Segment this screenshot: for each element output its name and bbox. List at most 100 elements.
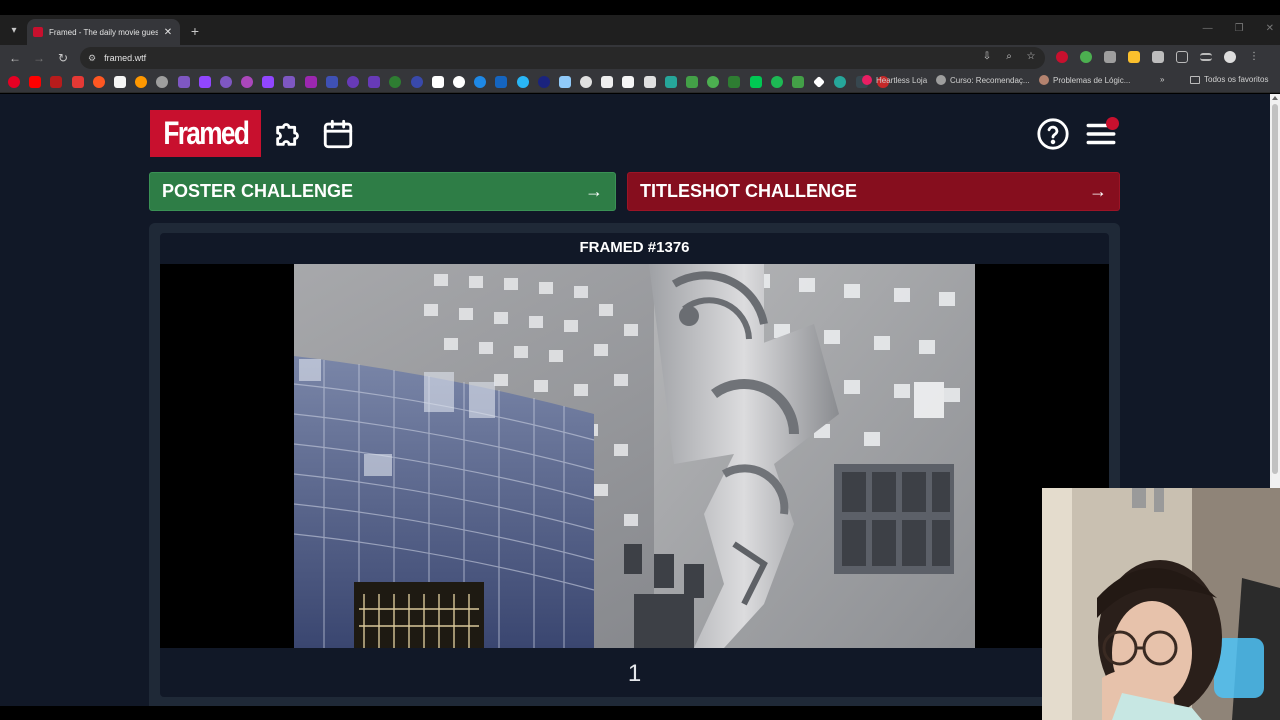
tab-close-icon[interactable]: ✕ xyxy=(162,27,174,38)
tab-framed[interactable]: Framed - The daily movie gues ✕ xyxy=(27,19,180,45)
bookmark-icon[interactable] xyxy=(368,76,381,88)
bookmark-icon[interactable] xyxy=(241,76,254,88)
bookmark-icon[interactable] xyxy=(686,76,698,88)
puzzle-icon[interactable] xyxy=(272,116,306,150)
extension-icon[interactable] xyxy=(1080,51,1092,63)
puzzle-title: FRAMED #1376 xyxy=(579,239,690,256)
bookmark-icon[interactable] xyxy=(813,76,826,88)
bookmark-icon[interactable] xyxy=(92,76,105,88)
bookmark-icon[interactable] xyxy=(347,76,359,88)
extension-icon[interactable] xyxy=(1104,51,1116,63)
profile-avatar-icon[interactable] xyxy=(1224,51,1236,63)
folder-icon xyxy=(1190,75,1200,84)
poster-challenge-button[interactable]: POSTER CHALLENGE → xyxy=(149,172,616,211)
bookmark-icon[interactable] xyxy=(325,76,338,88)
bookmark-icon[interactable] xyxy=(219,76,232,88)
bookmark-icon[interactable] xyxy=(749,76,762,88)
bookmark-curso[interactable]: Curso: Recomendaç... xyxy=(936,75,1030,85)
install-app-icon[interactable]: ⇩ xyxy=(981,51,993,63)
bookmark-icon[interactable] xyxy=(156,76,169,88)
bookmark-icon[interactable] xyxy=(580,76,593,88)
extension-icon[interactable] xyxy=(1056,51,1068,63)
browser-menu-icon[interactable]: ⋮ xyxy=(1248,51,1260,63)
bookmark-icon[interactable] xyxy=(728,76,741,88)
pinterest-icon[interactable] xyxy=(8,76,20,88)
bookmark-icon[interactable] xyxy=(558,76,571,88)
extension-icon[interactable] xyxy=(1128,51,1140,63)
bookmark-problemas[interactable]: Problemas de Lógic... xyxy=(1039,75,1130,85)
omnibox[interactable]: ⚙ framed.wtf ⇩ ⌕ ☆ xyxy=(80,47,1045,69)
bookmark-icon[interactable] xyxy=(474,76,487,88)
bookmark-heartless-loja[interactable]: Heartless Loja xyxy=(862,75,927,85)
spotify-icon[interactable] xyxy=(770,76,783,88)
framed-logo[interactable]: Framed xyxy=(150,110,261,157)
site-info-icon[interactable]: ⚙ xyxy=(88,53,96,64)
youtube-icon[interactable] xyxy=(29,76,42,88)
bookmark-icon[interactable] xyxy=(622,76,635,88)
webcam-overlay-image xyxy=(1042,488,1280,720)
twitch-icon[interactable] xyxy=(262,76,275,88)
bookmark-label: Curso: Recomendaç... xyxy=(950,75,1030,85)
bookmark-icon[interactable] xyxy=(537,76,550,88)
bookmark-icon[interactable] xyxy=(50,76,63,88)
bookmark-icon[interactable] xyxy=(791,76,804,88)
arrow-right-icon: → xyxy=(1089,181,1107,201)
titleshot-challenge-label: TITLESHOT CHALLENGE xyxy=(640,181,857,201)
bookmark-icon[interactable] xyxy=(410,76,423,88)
poster-challenge-label: POSTER CHALLENGE xyxy=(162,181,354,201)
bookmark-icon[interactable] xyxy=(71,76,84,88)
tab-title: Framed - The daily movie gues xyxy=(49,27,158,37)
forward-icon[interactable]: → xyxy=(30,49,48,67)
scroll-thumb[interactable] xyxy=(1272,104,1278,474)
bookmark-label: Problemas de Lógic... xyxy=(1053,75,1131,85)
zoom-icon[interactable]: ⌕ xyxy=(1003,51,1015,63)
logo-text: Framed xyxy=(163,115,250,151)
tab-search-icon[interactable]: ▾ xyxy=(4,20,24,40)
titleshot-challenge-button[interactable]: TITLESHOT CHALLENGE → xyxy=(627,172,1120,211)
minimize-icon[interactable]: — xyxy=(1203,23,1213,34)
frame-number-button[interactable]: 1 xyxy=(160,660,1109,688)
all-bookmarks-folder[interactable]: Todos os favoritos xyxy=(1190,75,1268,84)
arrow-right-icon: → xyxy=(585,181,603,201)
puzzle-extensions-icon[interactable] xyxy=(1176,51,1188,63)
bookmark-icons xyxy=(8,76,889,88)
extension-icon[interactable] xyxy=(1152,51,1164,63)
bookmark-icon[interactable] xyxy=(177,76,190,88)
bookmark-icon[interactable] xyxy=(113,76,126,88)
bookmark-icon[interactable] xyxy=(601,76,614,88)
url-text: framed.wtf xyxy=(104,53,147,63)
new-tab-button[interactable]: + xyxy=(186,22,204,40)
bookmark-icon[interactable] xyxy=(495,76,508,88)
bookmark-icon[interactable] xyxy=(834,76,847,88)
reading-list-icon[interactable] xyxy=(1200,53,1212,61)
bookmark-icon[interactable] xyxy=(707,76,720,88)
telegram-icon[interactable] xyxy=(516,76,529,88)
twitch-icon[interactable] xyxy=(198,76,211,88)
bookmark-icon[interactable] xyxy=(664,76,677,88)
scroll-up-icon[interactable] xyxy=(1272,96,1278,100)
brain-icon xyxy=(1039,75,1049,85)
bookmark-star-icon[interactable]: ☆ xyxy=(1025,51,1037,63)
bookmark-icon[interactable] xyxy=(389,76,402,88)
more-bookmarks-icon[interactable]: » xyxy=(1160,75,1164,84)
screen-top-strip xyxy=(0,0,1280,15)
calendar-icon[interactable] xyxy=(321,117,355,151)
bookmark-icon[interactable] xyxy=(431,76,444,88)
restore-icon[interactable]: ❐ xyxy=(1235,23,1244,34)
bookmark-label: Heartless Loja xyxy=(876,75,928,85)
bookmark-icon[interactable] xyxy=(452,76,465,88)
bookmark-label: Todos os favoritos xyxy=(1204,75,1269,84)
back-icon[interactable]: ← xyxy=(6,49,24,67)
movie-still-image xyxy=(294,264,975,648)
bookmarks-bar: Heartless Loja Curso: Recomendaç... Prob… xyxy=(0,71,1280,93)
close-window-icon[interactable]: ✕ xyxy=(1266,23,1274,34)
window-controls: — ❐ ✕ xyxy=(1203,23,1274,34)
bookmark-icon[interactable] xyxy=(135,76,148,88)
reload-icon[interactable]: ↻ xyxy=(54,49,72,67)
bookmark-icon[interactable] xyxy=(304,76,317,88)
address-bar: ← → ↻ ⚙ framed.wtf ⇩ ⌕ ☆ ⋮ xyxy=(0,45,1280,71)
bookmark-icon[interactable] xyxy=(643,76,656,88)
bookmark-icon[interactable] xyxy=(283,76,296,88)
tab-strip: ▾ Framed - The daily movie gues ✕ + — ❐ … xyxy=(0,15,1280,45)
help-icon[interactable] xyxy=(1036,117,1070,151)
